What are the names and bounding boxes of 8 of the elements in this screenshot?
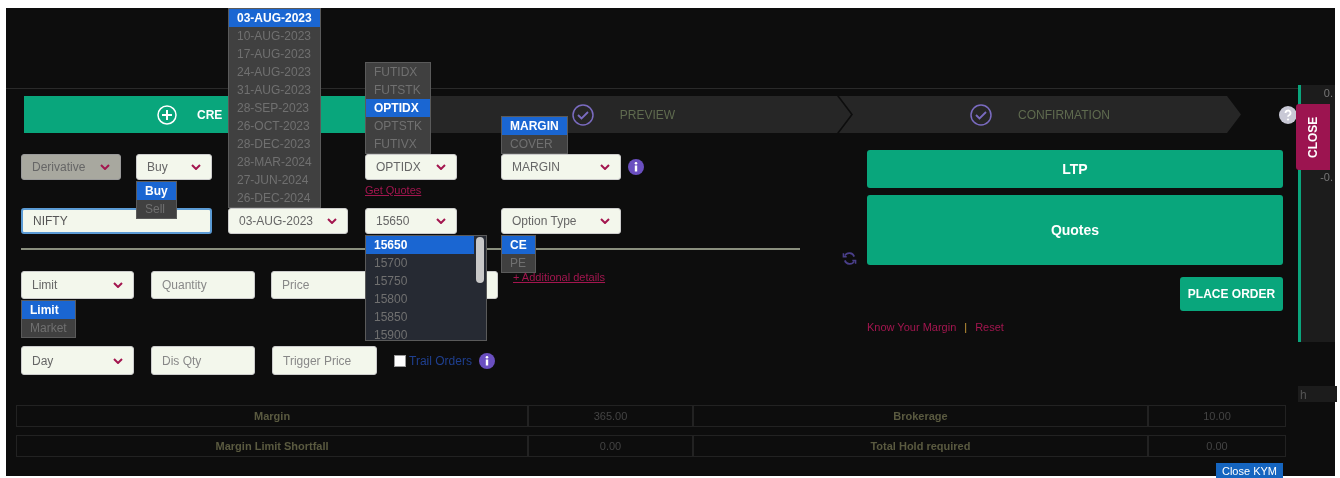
link-separator: | bbox=[964, 321, 968, 333]
table-cell: Total Hold required bbox=[692, 435, 1149, 457]
table-cell: Margin Limit Shortfall bbox=[16, 435, 529, 457]
trail-orders-label: Trail Orders bbox=[409, 353, 472, 368]
background-text: 0. bbox=[1323, 86, 1334, 99]
table-cell: Brokerage bbox=[692, 405, 1149, 427]
table-cell: Margin bbox=[16, 405, 529, 427]
background-text: -0. bbox=[1320, 170, 1334, 183]
